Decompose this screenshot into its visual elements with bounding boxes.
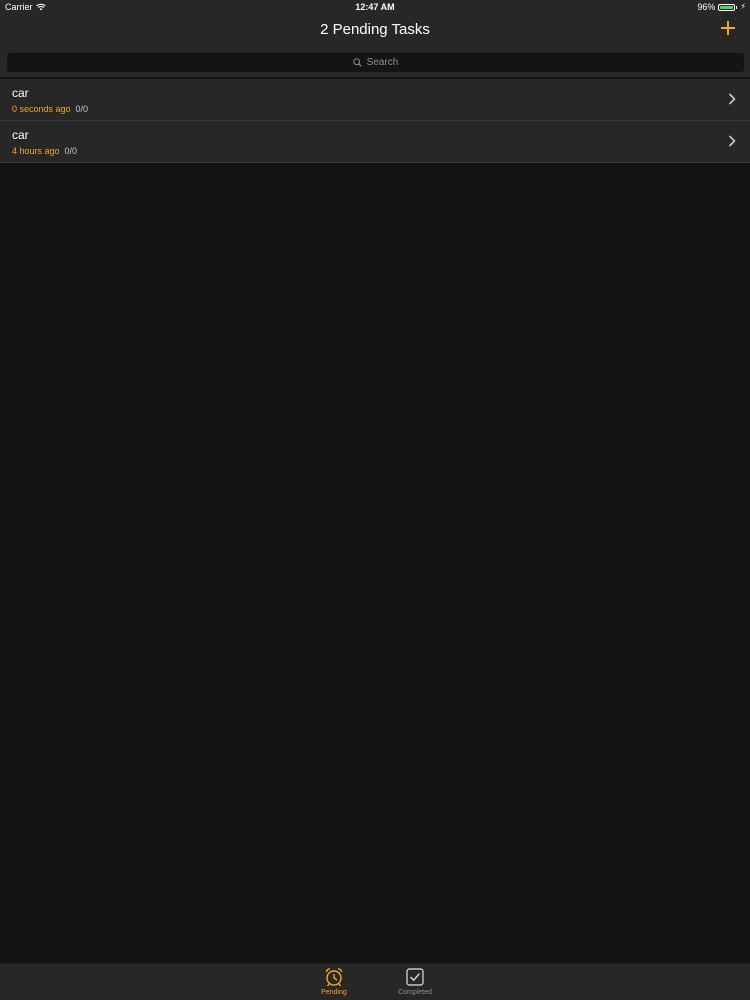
status-right: 96% ⚡ xyxy=(697,2,746,12)
task-time: 4 hours ago xyxy=(12,146,60,156)
task-progress: 0/0 xyxy=(75,104,89,114)
table-row[interactable]: car 0 seconds ago 0/0 xyxy=(0,79,750,121)
tab-label: Completed xyxy=(398,989,432,996)
tab-completed[interactable]: Completed xyxy=(385,967,445,996)
tab-label: Pending xyxy=(321,989,347,996)
task-meta: 0 seconds ago 0/0 xyxy=(12,104,88,114)
status-bar: Carrier 12:47 AM 96% ⚡ xyxy=(0,0,750,14)
app-screen: Carrier 12:47 AM 96% ⚡ 2 Pending Tasks S… xyxy=(0,0,750,1000)
task-title: car xyxy=(12,86,29,100)
search-area: Search xyxy=(0,47,750,77)
search-icon xyxy=(352,58,362,67)
tab-bar: Pending Completed xyxy=(0,963,750,1000)
tab-pending[interactable]: Pending xyxy=(304,967,364,996)
checkbox-icon xyxy=(405,967,425,987)
add-task-button[interactable] xyxy=(720,20,736,36)
battery-percent: 96% xyxy=(697,2,716,12)
battery-fill xyxy=(720,5,733,9)
task-title: car xyxy=(12,128,29,142)
status-time: 12:47 AM xyxy=(355,2,395,12)
chevron-right-icon xyxy=(728,93,736,105)
task-meta: 4 hours ago 0/0 xyxy=(12,146,77,156)
battery-icon xyxy=(718,3,736,11)
navigation-bar: 2 Pending Tasks xyxy=(0,14,750,47)
task-list: car 0 seconds ago 0/0 car 4 hours ago 0/0 xyxy=(0,79,750,163)
alarm-clock-icon xyxy=(324,967,344,987)
task-time: 0 seconds ago xyxy=(12,104,71,114)
battery-tip xyxy=(736,5,738,9)
search-placeholder: Search xyxy=(366,57,399,68)
table-row[interactable]: car 4 hours ago 0/0 xyxy=(0,121,750,163)
chevron-right-icon xyxy=(728,135,736,147)
task-progress: 0/0 xyxy=(64,146,78,156)
page-title: 2 Pending Tasks xyxy=(320,21,430,38)
search-input[interactable]: Search xyxy=(7,53,744,72)
charging-bolt-icon: ⚡ xyxy=(740,2,746,11)
